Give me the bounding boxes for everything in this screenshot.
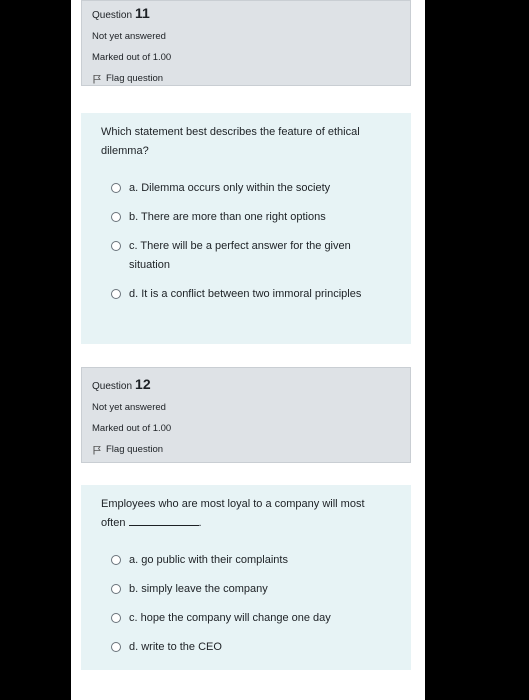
flag-question-link[interactable]: Flag question	[92, 73, 410, 84]
answer-option-label: a. go public with their complaints	[129, 554, 288, 566]
answer-option-d[interactable]: d. write to the CEO	[111, 638, 391, 657]
question-number: Question 12	[92, 376, 410, 392]
question-number-value: 12	[135, 376, 151, 392]
radio-button[interactable]	[111, 555, 121, 565]
question-status: Not yet answered	[92, 31, 166, 42]
question-text: Which statement best describes the featu…	[101, 126, 360, 157]
radio-button[interactable]	[111, 613, 121, 623]
answer-option-label: d. write to the CEO	[129, 641, 222, 653]
question-label: Question	[92, 381, 133, 392]
answer-option-b[interactable]: b. simply leave the company	[111, 580, 391, 599]
answer-option-c[interactable]: c. There will be a perfect answer for th…	[111, 237, 391, 275]
question-11-content: Which statement best describes the featu…	[81, 113, 411, 344]
flag-icon	[93, 74, 101, 83]
quiz-page: Question 11 Not yet answered Marked out o…	[71, 0, 425, 700]
answer-option-label: b. There are more than one right options	[129, 211, 326, 223]
answer-option-label: c. There will be a perfect answer for th…	[129, 240, 351, 271]
flag-question-label: Flag question	[106, 444, 164, 455]
answer-option-a[interactable]: a. Dilemma occurs only within the societ…	[111, 179, 391, 198]
answer-option-c[interactable]: c. hope the company will change one day	[111, 609, 391, 628]
question-12-content: Employees who are most loyal to a compan…	[81, 485, 411, 670]
question-marks: Marked out of 1.00	[92, 423, 172, 434]
answer-option-label: d. It is a conflict between two immoral …	[129, 288, 362, 300]
question-number: Question 11	[92, 5, 410, 21]
answer-option-a[interactable]: a. go public with their complaints	[111, 551, 391, 570]
radio-button[interactable]	[111, 584, 121, 594]
answer-option-b[interactable]: b. There are more than one right options	[111, 208, 391, 227]
radio-button[interactable]	[111, 642, 121, 652]
question-text-end: .	[198, 517, 202, 529]
question-label: Question	[92, 10, 133, 21]
question-marks: Marked out of 1.00	[92, 52, 172, 63]
radio-button[interactable]	[111, 241, 121, 251]
flag-question-link[interactable]: Flag question	[92, 444, 410, 455]
question-11-info: Question 11 Not yet answered Marked out o…	[81, 0, 411, 86]
question-number-value: 11	[135, 5, 150, 21]
fill-blank-line	[128, 515, 199, 526]
radio-button[interactable]	[111, 212, 121, 222]
flag-question-label: Flag question	[106, 73, 164, 84]
question-text: Employees who are most loyal to a compan…	[101, 485, 391, 533]
flag-icon	[93, 445, 101, 454]
question-12-info: Question 12 Not yet answered Marked out o…	[81, 367, 411, 463]
radio-button[interactable]	[111, 183, 121, 193]
radio-button[interactable]	[111, 289, 121, 299]
answer-option-d[interactable]: d. It is a conflict between two immoral …	[111, 285, 391, 304]
answer-option-label: a. Dilemma occurs only within the societ…	[129, 182, 331, 194]
answer-option-label: c. hope the company will change one day	[129, 612, 331, 624]
question-status: Not yet answered	[92, 402, 166, 413]
answer-option-label: b. simply leave the company	[129, 583, 268, 595]
